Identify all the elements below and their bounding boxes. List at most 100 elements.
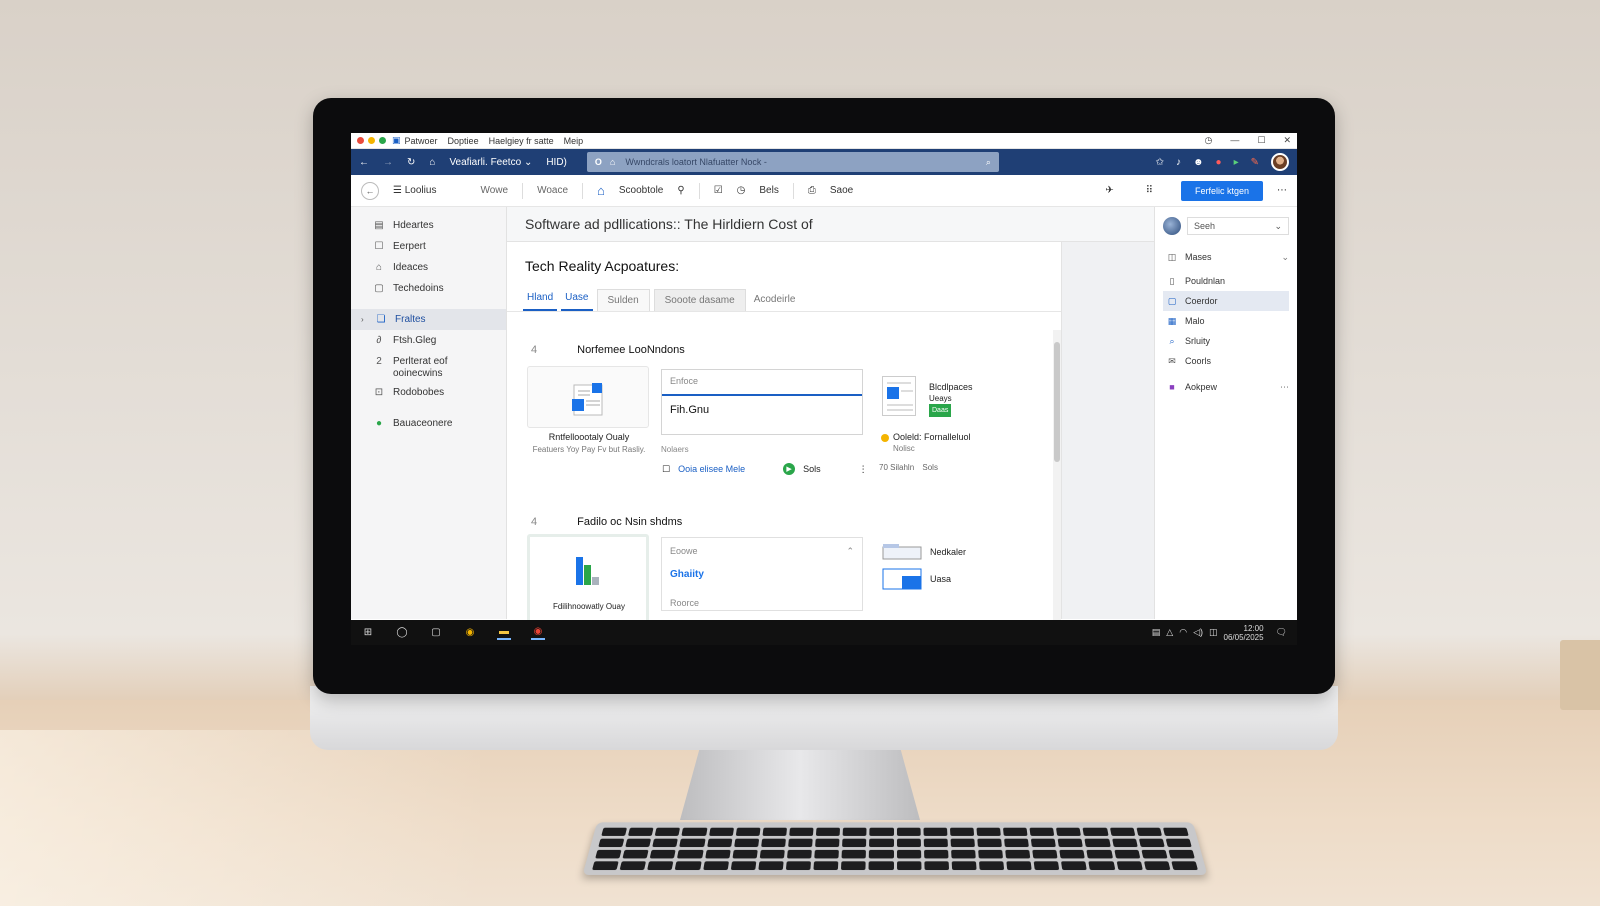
network-icon[interactable]: ◠ [1179, 627, 1187, 638]
toolbar-item-1[interactable]: Wowe [480, 185, 508, 196]
file-explorer-icon[interactable]: ▬ [497, 626, 511, 640]
document-tile[interactable] [527, 366, 649, 428]
chevron-down-icon[interactable]: ⌄ [1281, 252, 1289, 263]
scrollbar-thumb[interactable] [1054, 342, 1060, 462]
keyboard-key [923, 838, 948, 848]
home-icon[interactable]: ⌂ [429, 157, 435, 168]
windows-start-icon[interactable]: ⊞ [361, 626, 375, 640]
minimize-dot[interactable] [368, 137, 375, 144]
menu-item-1[interactable]: Patwoer [405, 136, 438, 146]
menu-item-4[interactable]: Meip [564, 136, 584, 146]
more-icon[interactable]: ⋯ [1280, 382, 1289, 393]
vertical-scrollbar[interactable] [1053, 330, 1061, 620]
sidebar-item-3[interactable]: ⌂ Ideaces [351, 257, 506, 278]
hid-label[interactable]: HID) [546, 157, 567, 168]
toolbar-item-4[interactable]: Bels [759, 185, 778, 196]
extension-pen-icon[interactable]: ✎ [1251, 157, 1259, 168]
panel-item-6[interactable]: ✉ Coorls [1163, 351, 1289, 371]
sidebar-item-2[interactable]: ☐ Eerpert [351, 236, 506, 257]
panel-item-4[interactable]: ▦ Malo [1163, 311, 1289, 331]
link-text[interactable]: Ooia elisee Mele [678, 464, 745, 474]
sidebar-item-1[interactable]: ▤ Hdeartes [351, 215, 506, 236]
profile-dropdown[interactable]: Veafiarli. Feetco ⌄ [449, 157, 532, 168]
battery-icon[interactable]: ◫ [1209, 627, 1218, 638]
sidebar-item-8[interactable]: ⊡ Rodobobes [351, 382, 506, 403]
pin-icon[interactable]: ⚲ [677, 185, 684, 196]
clock-icon[interactable]: ◷ [737, 185, 746, 196]
toolbar-item-3[interactable]: Scoobtole [619, 185, 663, 196]
side-card-2[interactable]: Nedkaler [882, 543, 966, 561]
chevron-up-icon[interactable]: ⌃ [846, 546, 854, 557]
play-icon[interactable]: ▶ [783, 463, 796, 475]
menu-item-2[interactable]: Doptiee [448, 136, 479, 146]
panel-item-7[interactable]: ■ Aokpew ⋯ [1163, 377, 1289, 397]
chevron-right-icon: › [361, 315, 364, 324]
dropdown-panel[interactable]: Eoowe ⌃ Ghaiity Roorce [661, 537, 863, 611]
side-card-1[interactable]: Blcdlpaces Ueays Daas [929, 382, 973, 417]
maximize-icon[interactable]: ☐ [1257, 135, 1265, 146]
more-icon[interactable]: ⋯ [1277, 185, 1287, 196]
clock[interactable]: 12:00 06/05/2025 [1224, 624, 1264, 642]
clock-date: 06/05/2025 [1223, 632, 1264, 642]
chrome-icon[interactable]: ◉ [463, 626, 477, 640]
tab-3[interactable]: Sulden [596, 289, 650, 311]
home-outline-icon[interactable]: ⌂ [597, 183, 605, 198]
warning-icon[interactable]: △ [1166, 627, 1173, 638]
back-circle-icon[interactable]: ← [361, 181, 379, 200]
apps-grid-icon[interactable]: ⠿ [1146, 185, 1153, 196]
dropdown-value[interactable]: Ghaiity [662, 557, 862, 580]
panel-item-3[interactable]: ▢ Coerdor [1163, 291, 1289, 311]
extension-red-icon[interactable]: ● [1216, 157, 1222, 168]
back-arrow-icon[interactable]: ← [359, 157, 369, 168]
side-card-3[interactable]: Uasa [882, 568, 951, 590]
save-icon[interactable]: ⎙ [808, 185, 816, 196]
reload-icon[interactable]: ↻ [407, 157, 415, 168]
search-box[interactable]: Seeh ⌄ [1187, 217, 1289, 235]
tab-4[interactable]: Sooote dasame [653, 289, 746, 311]
forward-arrow-icon[interactable]: → [383, 157, 393, 168]
keyboard-key [675, 861, 702, 871]
sidebar-item-9[interactable]: ● Bauaceonere [351, 413, 506, 434]
volume-icon[interactable]: ◁) [1193, 627, 1203, 638]
toolbar-item-5[interactable]: Saoe [830, 185, 853, 196]
address-bar[interactable]: O ⌂ Wwndcrals loatort Nlafuatter Nock - … [586, 152, 999, 172]
search-icon[interactable]: ⌕ [986, 157, 991, 168]
avatar[interactable] [1271, 153, 1289, 171]
star-icon[interactable]: ✩ [1156, 157, 1164, 168]
user-icon[interactable]: ☻ [1193, 157, 1204, 168]
folder-icon [882, 544, 922, 560]
extension-green-icon[interactable]: ▸ [1234, 157, 1239, 168]
checkbox-icon[interactable]: ☐ [662, 464, 670, 475]
toolbar-item-2[interactable]: Woace [537, 185, 568, 196]
panel-item-5[interactable]: ⌕ Srluity [1163, 331, 1289, 351]
panel-item-1[interactable]: ◫ Mases ⌄ [1163, 247, 1289, 267]
task-view-icon[interactable]: ▢ [429, 626, 443, 640]
close-icon[interactable]: ✕ [1283, 135, 1291, 146]
monitor-stand [680, 750, 920, 820]
side-card-label: Nedkaler [930, 547, 967, 557]
checklist-icon[interactable]: ☑ [714, 185, 723, 196]
sidebar-item-4[interactable]: ▢ Techedoins [351, 278, 506, 299]
minimize-icon[interactable]: — [1230, 135, 1239, 146]
globe-icon [1163, 217, 1181, 235]
sidebar-item-5[interactable]: › ❏ Fraltes [351, 309, 506, 330]
keyboard-icon[interactable]: ▤ [1152, 627, 1161, 638]
tab-2[interactable]: Uase [561, 292, 593, 311]
primary-action-button[interactable]: Ferfelic ktgen [1180, 180, 1263, 201]
shield-icon[interactable]: ◷ [1205, 135, 1213, 146]
menu-item-3[interactable]: Haelgiey fr satte [489, 136, 554, 146]
bell-icon[interactable]: ♪ [1176, 157, 1181, 168]
text-field[interactable]: Enfoce Fih.Gnu [661, 369, 863, 435]
more-vert-icon[interactable]: ⋮ [859, 464, 868, 475]
close-dot[interactable] [357, 137, 364, 144]
panel-item-2[interactable]: ▯ Pouldnlan [1163, 271, 1289, 291]
hamburger-menu[interactable]: ☰ Loolius [393, 185, 436, 196]
pin-tool-icon[interactable]: ✈ [1105, 185, 1113, 196]
browser-icon[interactable]: ◉ [531, 626, 545, 640]
tab-1[interactable]: Hland [523, 292, 558, 311]
tab-5[interactable]: Acodeirle [750, 294, 800, 311]
maximize-dot[interactable] [379, 137, 386, 144]
notification-icon[interactable]: 🗨 [1276, 627, 1287, 638]
search-icon[interactable]: ◯ [395, 626, 409, 640]
sidebar-item-6[interactable]: ∂ Ftsh.Gleg [351, 330, 506, 351]
